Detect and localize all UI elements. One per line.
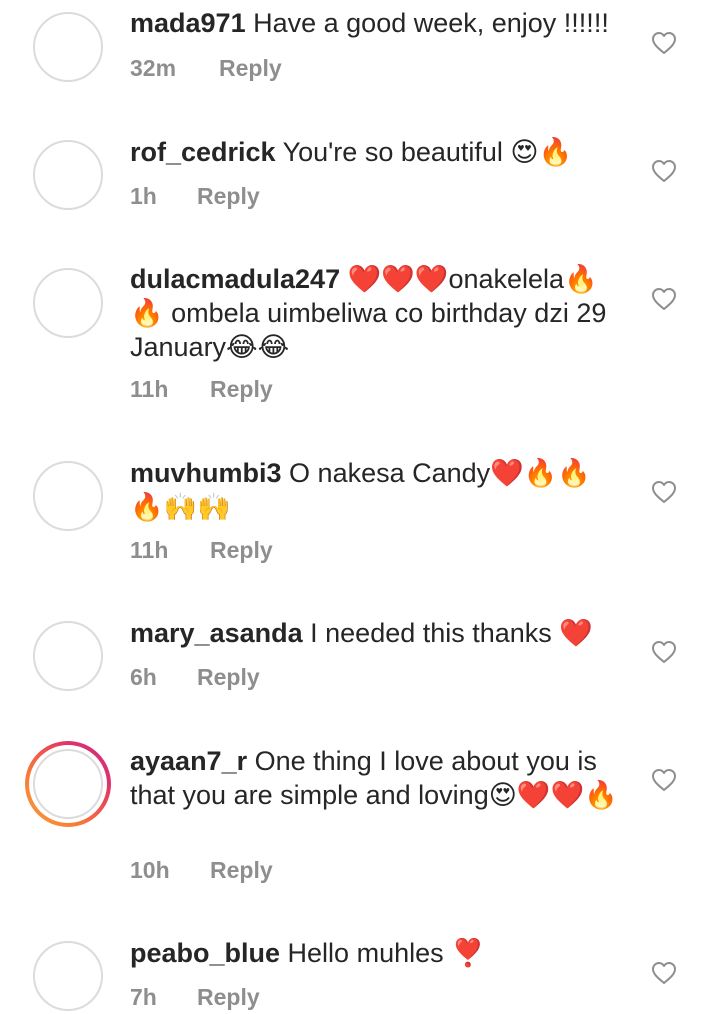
avatar-story-ring[interactable] — [25, 741, 111, 827]
like-heart-icon[interactable] — [651, 961, 677, 985]
comment-timestamp: 10h — [130, 857, 170, 883]
reply-button[interactable]: Reply — [210, 857, 273, 884]
comment-username[interactable]: dulacmadula247 — [130, 264, 340, 294]
like-heart-icon[interactable] — [651, 287, 677, 311]
avatar[interactable] — [33, 268, 103, 338]
comment-username[interactable]: mada971 — [130, 8, 246, 38]
comment-timestamp: 1h — [130, 183, 157, 209]
comment-username[interactable]: ayaan7_r — [130, 746, 247, 776]
like-heart-icon[interactable] — [651, 480, 677, 504]
like-heart-icon[interactable] — [651, 640, 677, 664]
avatar[interactable] — [33, 12, 103, 82]
like-heart-icon[interactable] — [651, 768, 677, 792]
comment-username[interactable]: peabo_blue — [130, 938, 280, 968]
comment-text: Have a good week, enjoy !!!!!! — [253, 8, 609, 38]
avatar[interactable] — [33, 140, 103, 210]
comment-username[interactable]: rof_cedrick — [130, 137, 276, 167]
comment-text: Hello muhles ❣️ — [287, 938, 485, 968]
like-heart-icon[interactable] — [651, 159, 677, 183]
comment-timestamp: 6h — [130, 664, 157, 690]
avatar[interactable] — [33, 941, 103, 1011]
avatar — [33, 749, 103, 819]
avatar-ring-gap — [29, 745, 107, 823]
reply-button[interactable]: Reply — [197, 664, 260, 691]
comment-timestamp: 32m — [130, 55, 177, 81]
comment-username[interactable]: mary_asanda — [130, 618, 303, 648]
avatar[interactable] — [33, 461, 103, 531]
comment-timestamp: 11h — [130, 537, 169, 563]
comment-username[interactable]: muvhumbi3 — [130, 458, 282, 488]
reply-button[interactable]: Reply — [210, 537, 273, 564]
comment-timestamp: 11h — [130, 376, 169, 402]
comment-timestamp: 7h — [130, 984, 157, 1010]
avatar[interactable] — [33, 621, 103, 691]
reply-button[interactable]: Reply — [197, 183, 260, 210]
reply-button[interactable]: Reply — [197, 984, 260, 1011]
reply-button[interactable]: Reply — [210, 376, 273, 403]
comment-text: You're so beautiful 😍🔥 — [282, 137, 573, 167]
comment-text: I needed this thanks ❤️ — [310, 618, 593, 648]
like-heart-icon[interactable] — [651, 31, 677, 55]
reply-button[interactable]: Reply — [219, 55, 282, 82]
